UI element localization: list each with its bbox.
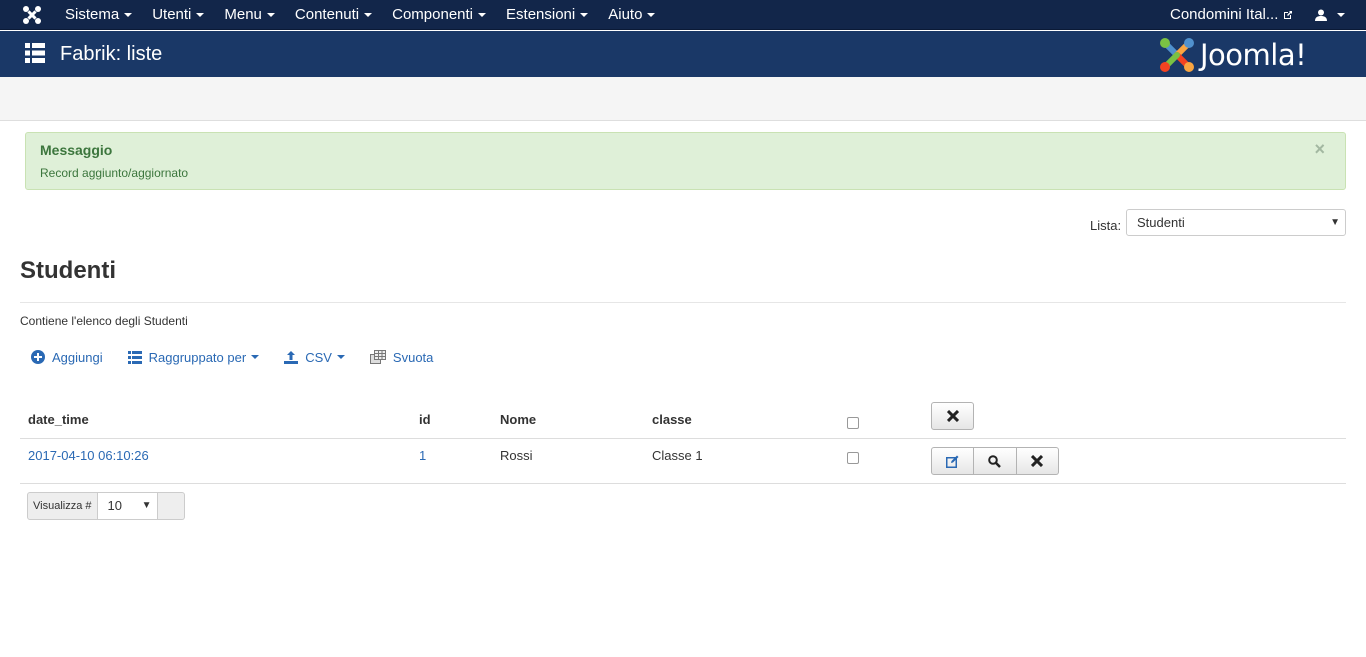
upload-icon <box>284 350 299 364</box>
empty-table-icon <box>369 350 386 364</box>
menu-menu[interactable]: Menu <box>214 0 285 30</box>
site-label: Condomini Ital... <box>1170 6 1279 23</box>
menu-label: Sistema <box>65 6 120 23</box>
cell-classe: Classe 1 <box>652 448 703 463</box>
caret-down-icon <box>647 13 656 17</box>
column-header-id[interactable]: id <box>419 412 431 427</box>
delete-row-button[interactable] <box>1016 447 1059 475</box>
csv-label: CSV <box>305 349 332 365</box>
empty-button[interactable]: Svuota <box>369 349 434 365</box>
caret-down-icon <box>196 13 205 17</box>
cell-id[interactable]: 1 <box>419 448 426 463</box>
row-checkbox[interactable] <box>847 452 859 464</box>
list-toolbar: Aggiungi Raggruppato per CSV Svuota <box>31 348 458 366</box>
caret-down-icon <box>1337 13 1345 17</box>
caret-down-icon <box>124 13 133 17</box>
limit-value: 10 <box>107 498 122 513</box>
edit-icon <box>946 455 959 468</box>
success-alert: Messaggio Record aggiunto/aggiornato × <box>25 132 1346 190</box>
joomla-brand: Joomla! <box>1158 36 1307 74</box>
subhead-toolbar <box>0 77 1366 121</box>
csv-button[interactable]: CSV <box>284 350 345 365</box>
menu-utenti[interactable]: Utenti <box>142 0 214 30</box>
close-icon[interactable]: × <box>1314 139 1325 160</box>
caret-down-icon <box>251 355 260 359</box>
dropdown-arrow-icon: ▼ <box>141 500 152 511</box>
menu-label: Estensioni <box>506 6 576 23</box>
add-button[interactable]: Aggiungi <box>31 350 103 365</box>
page-header: Fabrik: liste Joomla! <box>0 31 1366 77</box>
caret-down-icon <box>478 13 487 17</box>
divider <box>20 302 1346 303</box>
close-icon <box>1031 455 1044 467</box>
page-title: Studenti <box>20 257 116 284</box>
page-header-title: Fabrik: liste <box>60 43 163 65</box>
cell-nome: Rossi <box>500 448 533 463</box>
menu-label: Componenti <box>392 6 474 23</box>
search-icon <box>988 454 1002 468</box>
menu-label: Contenuti <box>294 6 360 23</box>
list-icon <box>25 43 45 63</box>
main-menu: Sistema Utenti Menu Contenuti Componenti… <box>55 0 665 30</box>
table-divider <box>20 438 1346 439</box>
column-header-nome[interactable]: Nome <box>500 412 536 427</box>
top-navbar: Sistema Utenti Menu Contenuti Componenti… <box>0 0 1366 30</box>
caret-down-icon <box>364 13 373 17</box>
alert-message: Record aggiunto/aggiornato <box>40 166 189 180</box>
user-menu[interactable] <box>1315 0 1345 30</box>
list-select-value: Studenti <box>1137 215 1185 230</box>
select-all-checkbox[interactable] <box>847 417 859 429</box>
caret-down-icon <box>266 13 275 17</box>
dropdown-arrow-icon: ▼ <box>1330 217 1340 228</box>
list-description: Contiene l'elenco degli Studenti <box>20 314 188 328</box>
menu-label: Aiuto <box>608 6 643 23</box>
user-icon <box>1315 9 1327 21</box>
row-actions <box>931 447 1059 475</box>
delete-selected-button[interactable] <box>931 402 974 430</box>
close-icon <box>946 410 959 422</box>
caret-down-icon <box>580 13 589 17</box>
plus-circle-icon <box>31 350 45 364</box>
menu-contenuti[interactable]: Contenuti <box>285 0 382 30</box>
list-select[interactable]: Studenti ▼ <box>1126 209 1346 236</box>
cell-date-time[interactable]: 2017-04-10 06:10:26 <box>28 448 149 463</box>
menu-sistema[interactable]: Sistema <box>55 0 142 30</box>
menu-estensioni[interactable]: Estensioni <box>496 0 598 30</box>
pagination-limit: Visualizza # 10 ▼ <box>27 492 185 520</box>
view-button[interactable] <box>974 447 1017 475</box>
list-icon <box>127 350 142 364</box>
limit-addon-button[interactable] <box>157 492 185 520</box>
external-link-icon <box>1284 11 1293 19</box>
table-divider <box>20 483 1346 484</box>
list-select-label: Lista: <box>1090 218 1122 233</box>
group-label: Raggruppato per <box>148 349 247 365</box>
add-label: Aggiungi <box>52 349 103 365</box>
joomla-logo-icon[interactable] <box>22 5 42 25</box>
column-header-date-time[interactable]: date_time <box>28 412 89 427</box>
menu-aiuto[interactable]: Aiuto <box>598 0 665 30</box>
limit-select[interactable]: 10 ▼ <box>97 492 158 520</box>
caret-down-icon <box>336 355 345 359</box>
menu-label: Menu <box>224 6 262 23</box>
empty-label: Svuota <box>392 349 434 365</box>
edit-button[interactable] <box>931 447 975 475</box>
limit-label: Visualizza # <box>27 492 98 520</box>
menu-componenti[interactable]: Componenti <box>382 0 496 30</box>
group-by-button[interactable]: Raggruppato per <box>127 349 260 365</box>
joomla-logo-icon <box>1160 38 1194 72</box>
site-link[interactable]: Condomini Ital... <box>1170 0 1293 30</box>
joomla-wordmark: Joomla! <box>1200 38 1307 72</box>
alert-heading: Messaggio <box>40 142 113 158</box>
column-header-classe[interactable]: classe <box>652 412 692 427</box>
menu-label: Utenti <box>152 6 192 23</box>
